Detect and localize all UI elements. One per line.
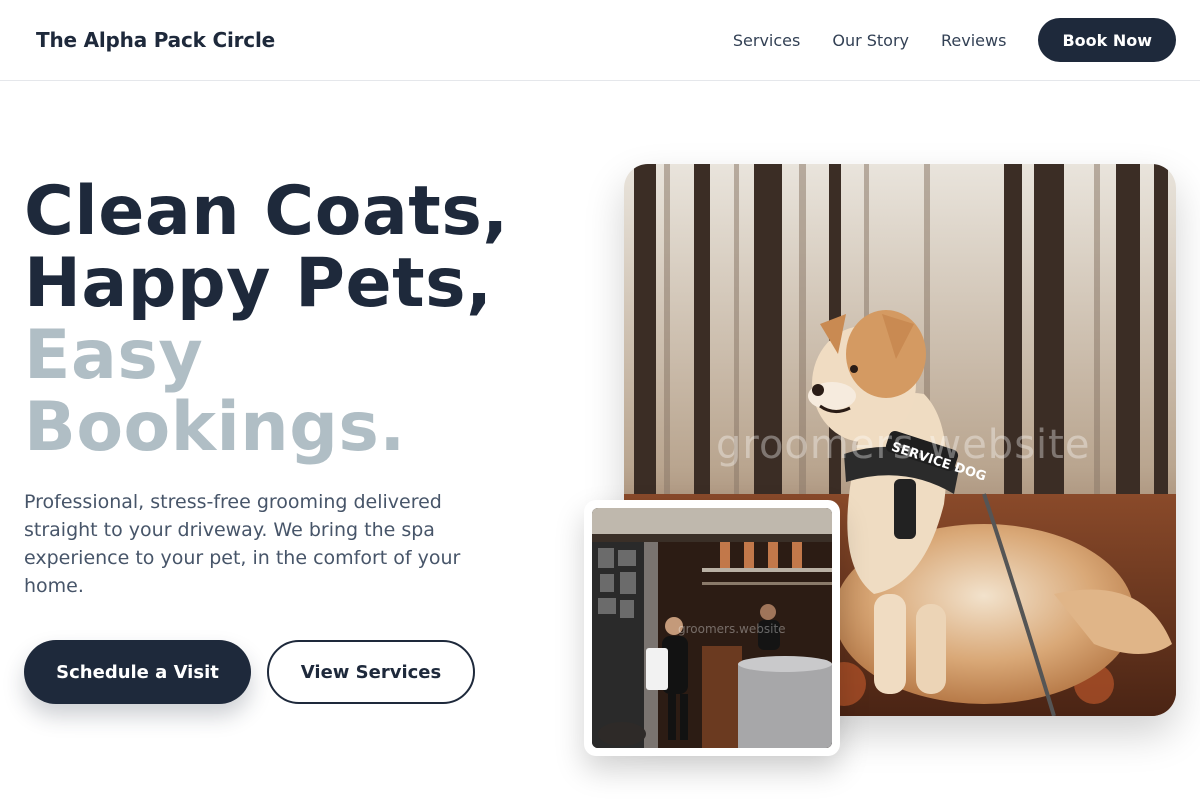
view-services-button[interactable]: View Services xyxy=(267,640,475,704)
small-photo-watermark: groomers.website xyxy=(678,622,786,636)
nav-link-our-story[interactable]: Our Story xyxy=(832,31,909,50)
site-header: The Alpha Pack Circle Services Our Story… xyxy=(0,0,1200,81)
storefront-photo-card: groomers.website xyxy=(584,500,840,756)
main-nav: Services Our Story Reviews Book Now xyxy=(733,18,1176,62)
schedule-visit-button[interactable]: Schedule a Visit xyxy=(24,640,251,704)
hero-title-line-1: Clean Coats, xyxy=(24,172,509,251)
brand-logo[interactable]: The Alpha Pack Circle xyxy=(36,28,275,52)
nav-link-reviews[interactable]: Reviews xyxy=(941,31,1006,50)
hero-title-line-2: Happy Pets, xyxy=(24,244,493,323)
main-photo-watermark: groomers.website xyxy=(716,422,1091,468)
hero-title-line-4: Bookings. xyxy=(24,388,406,467)
hero-title-line-3: Easy xyxy=(24,316,204,395)
book-now-button[interactable]: Book Now xyxy=(1038,18,1176,62)
storefront-photo: groomers.website xyxy=(592,508,832,748)
hero-subtitle: Professional, stress-free grooming deliv… xyxy=(24,491,461,597)
nav-link-services[interactable]: Services xyxy=(733,31,800,50)
hero-title: Clean Coats, Happy Pets, Easy Bookings. xyxy=(24,176,509,464)
